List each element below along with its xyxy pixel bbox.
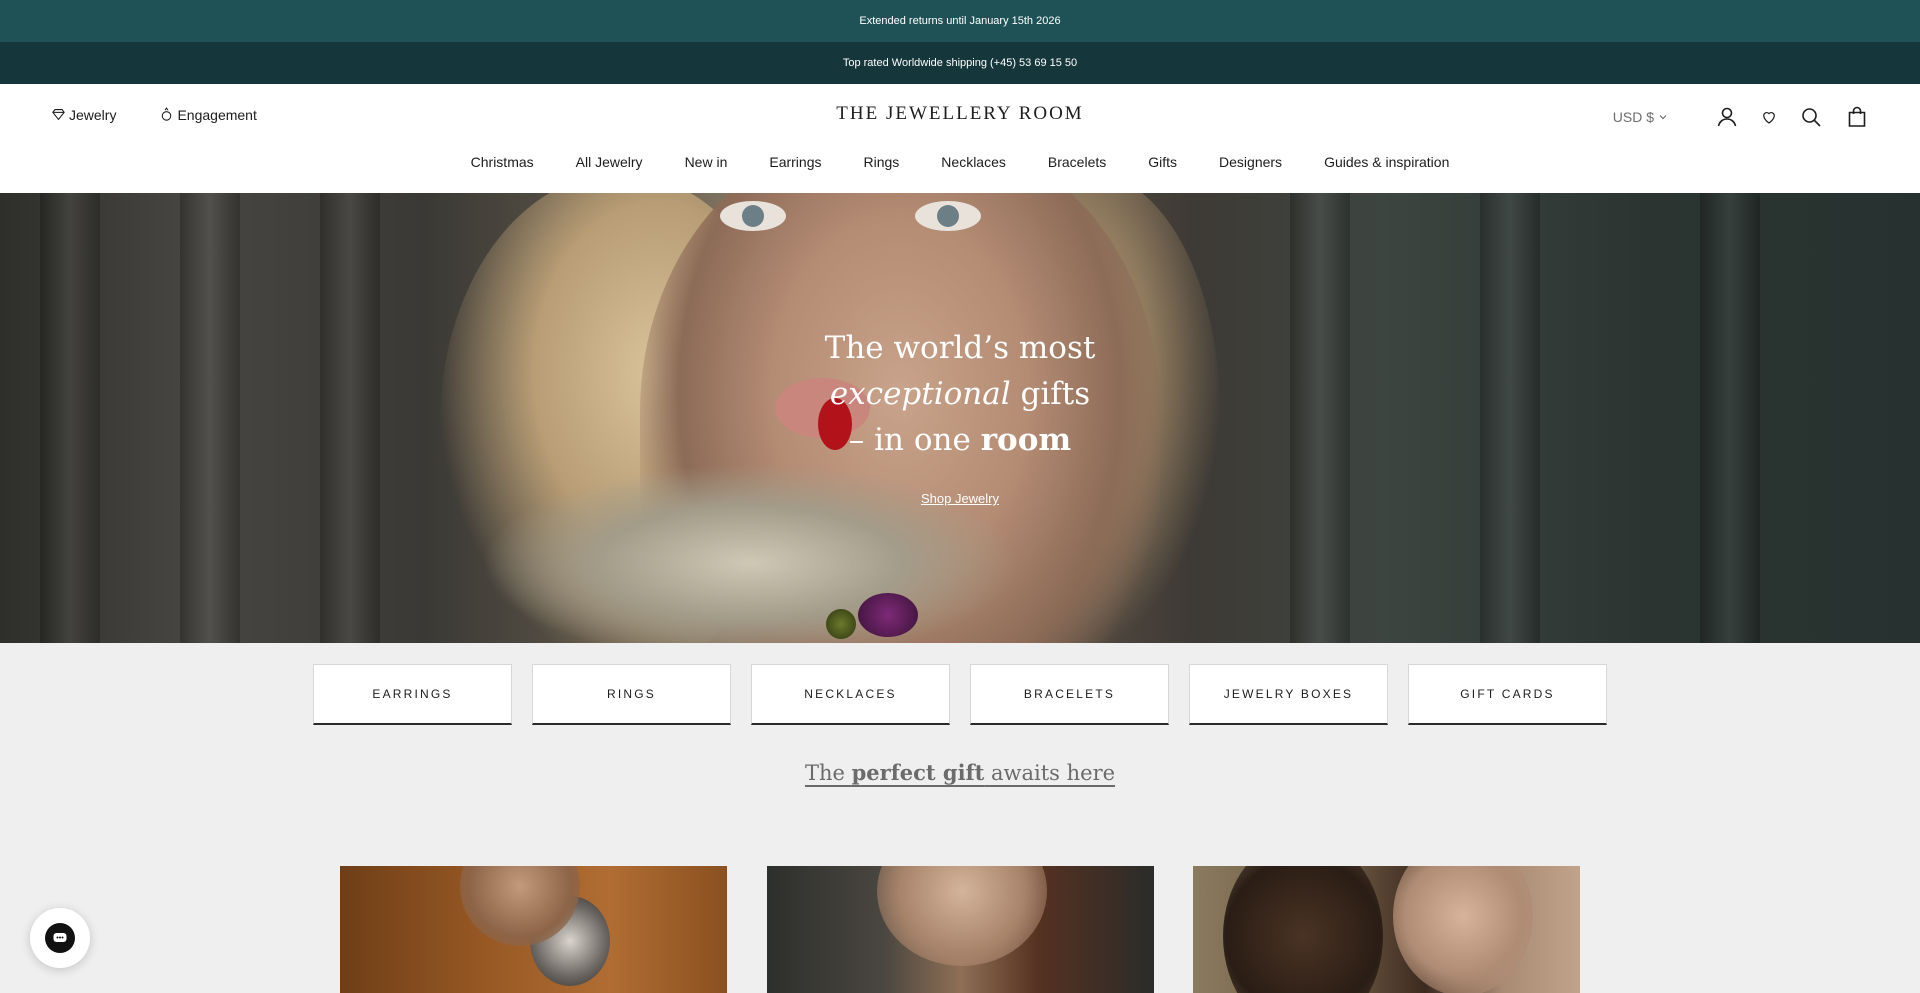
nav-item-rings[interactable]: Rings xyxy=(864,154,900,170)
campaign-card-3[interactable] xyxy=(1193,866,1580,993)
nav-item-bracelets[interactable]: Bracelets xyxy=(1048,154,1106,170)
gift-tagline: The perfect gift awaits here xyxy=(0,760,1920,785)
model-image xyxy=(1393,866,1533,993)
hero-heading-line3: – in one room xyxy=(0,417,1920,463)
hero-cta-wrap: Shop Jewelry xyxy=(0,490,1920,508)
announcement-bar-returns: Extended returns until January 15th 2026 xyxy=(0,0,1920,42)
nav-item-necklaces[interactable]: Necklaces xyxy=(941,154,1006,170)
logo-text: THE JEWELLERY ROOM xyxy=(836,103,1084,124)
site-header: Jewelry Engagement THE JEWELLERY ROOM US… xyxy=(0,84,1920,193)
cart-icon xyxy=(1848,106,1866,127)
hero-heading-line2-rest: gifts xyxy=(1010,376,1091,412)
hero-photo-ring xyxy=(858,593,918,637)
hero-heading-line3-pre: – in one xyxy=(848,422,981,458)
wishlist-button[interactable] xyxy=(1756,104,1782,130)
campaign-card-2[interactable] xyxy=(767,866,1154,993)
cart-button[interactable] xyxy=(1844,104,1870,130)
tagline-pre: The xyxy=(804,761,852,785)
nav-item-new-in[interactable]: New in xyxy=(685,154,728,170)
category-gift-cards-button[interactable]: GIFT CARDS xyxy=(1408,664,1607,725)
nav-item-guides[interactable]: Guides & inspiration xyxy=(1324,154,1449,170)
currency-selector[interactable]: USD $ xyxy=(1613,109,1668,125)
chat-bubble-icon-wrap xyxy=(45,923,75,953)
hero-photo-eye xyxy=(915,201,981,231)
nav-item-earrings[interactable]: Earrings xyxy=(769,154,821,170)
chevron-down-icon xyxy=(1659,115,1667,120)
announcement-bar-shipping: Top rated Worldwide shipping (+45) 53 69… xyxy=(0,42,1920,84)
account-icon xyxy=(1717,107,1737,127)
hero-heading-line2: exceptional gifts xyxy=(0,371,1920,417)
category-bracelets-button[interactable]: BRACELETS xyxy=(970,664,1169,725)
wishlist-icon xyxy=(1763,112,1775,124)
category-jewelry-boxes-button[interactable]: JEWELRY BOXES xyxy=(1189,664,1388,725)
hero-photo-ring xyxy=(826,609,856,639)
nav-item-gifts[interactable]: Gifts xyxy=(1148,154,1177,170)
model-image xyxy=(1223,866,1383,993)
search-button[interactable] xyxy=(1798,104,1824,130)
perfect-gift-link[interactable]: The perfect gift awaits here xyxy=(804,760,1116,785)
category-earrings-button[interactable]: EARRINGS xyxy=(313,664,512,725)
chat-widget-button[interactable] xyxy=(30,908,90,968)
hero-heading: The world’s most exceptional gifts – in … xyxy=(0,325,1920,463)
chat-bubble-icon xyxy=(53,933,67,942)
category-necklaces-button[interactable]: NECKLACES xyxy=(751,664,950,725)
search-icon xyxy=(1802,108,1821,127)
header-actions: USD $ xyxy=(1613,104,1870,130)
announcement-returns-text: Extended returns until January 15th 2026 xyxy=(859,15,1061,27)
announcement-shipping-text: Top rated Worldwide shipping (+45) 53 69… xyxy=(842,57,1078,69)
category-buttons: EARRINGS RINGS NECKLACES BRACELETS JEWEL… xyxy=(313,664,1607,725)
nav-item-christmas[interactable]: Christmas xyxy=(471,154,534,170)
main-nav: Christmas All Jewelry New in Earrings Ri… xyxy=(0,154,1920,170)
nav-item-all-jewelry[interactable]: All Jewelry xyxy=(576,154,643,170)
tagline-post: awaits here xyxy=(984,761,1116,785)
category-rings-button[interactable]: RINGS xyxy=(532,664,731,725)
hero-photo-eye xyxy=(720,201,786,231)
nav-item-designers[interactable]: Designers xyxy=(1219,154,1282,170)
tagline-bold: perfect gift xyxy=(851,760,985,785)
hero-banner: The world’s most exceptional gifts – in … xyxy=(0,193,1920,643)
currency-label: USD $ xyxy=(1612,109,1654,125)
hero-heading-bold: room xyxy=(980,422,1072,458)
campaign-card-1[interactable] xyxy=(340,866,727,993)
shop-jewelry-link[interactable]: Shop Jewelry xyxy=(921,491,999,506)
hero-heading-emphasis: exceptional xyxy=(829,376,1011,412)
model-image xyxy=(877,866,1047,966)
hero-heading-line1: The world’s most xyxy=(824,330,1096,366)
account-button[interactable] xyxy=(1714,104,1740,130)
